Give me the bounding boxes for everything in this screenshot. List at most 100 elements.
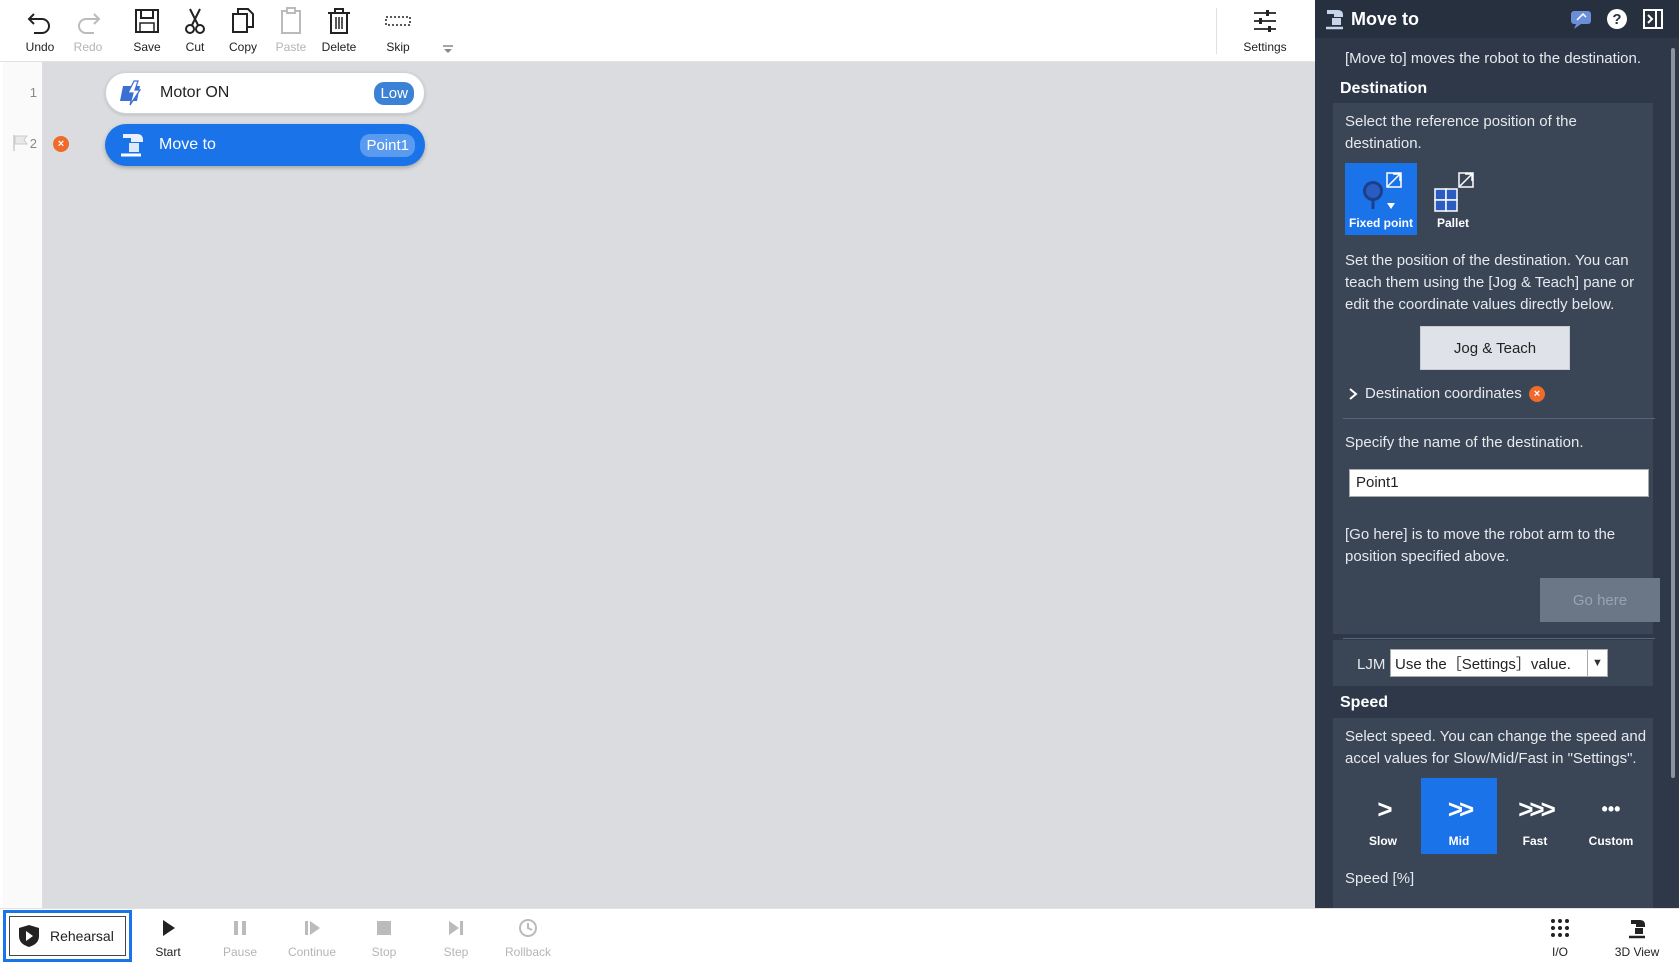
pause-label: Pause: [222, 945, 258, 959]
pause-button[interactable]: Pause: [204, 913, 276, 961]
clipboard-icon: [281, 7, 301, 34]
speed-option-fast[interactable]: >>> Fast: [1497, 778, 1573, 854]
panel-title: Move to: [1351, 9, 1420, 29]
io-label: I/O: [1551, 945, 1568, 959]
set-position-text: Set the position of the destination. You…: [1345, 252, 1635, 313]
start-label: Start: [155, 945, 181, 959]
scissors-icon: [185, 8, 205, 34]
ljm-selected-value: Use the［Settings］value.: [1395, 655, 1571, 673]
more-icon: •••: [1601, 799, 1621, 819]
play-icon: [163, 920, 175, 936]
block-label: Move to: [159, 136, 216, 153]
rollback-label: Rollback: [504, 945, 552, 959]
toolbar-overflow-icon[interactable]: [442, 42, 454, 53]
io-grid-icon: [1551, 919, 1569, 937]
speed-label: Mid: [1448, 834, 1470, 848]
copy-label: Copy: [228, 40, 257, 54]
block-badge: Low: [374, 81, 414, 105]
rollback-icon: [519, 919, 537, 937]
move-robot-icon: [121, 134, 143, 157]
speed-option-mid[interactable]: >> Mid: [1421, 778, 1497, 854]
pause-icon: [234, 921, 246, 935]
go-here-button[interactable]: Go here: [1540, 578, 1660, 622]
panel-description: [Move to] moves the robot to the destina…: [1345, 50, 1642, 67]
pallet-option[interactable]: Pallet: [1417, 163, 1489, 235]
3d-view-button[interactable]: 3D View: [1601, 913, 1673, 961]
redo-icon: [78, 13, 101, 34]
help-icon[interactable]: ?: [1605, 7, 1629, 31]
skip-button[interactable]: Skip: [370, 6, 426, 60]
ljm-label: LJM: [1357, 656, 1386, 673]
stop-label: Stop: [371, 945, 397, 959]
fixed-point-option[interactable]: Fixed point: [1345, 163, 1417, 235]
panel-scrollbar[interactable]: [1671, 48, 1675, 778]
speed-label: Fast: [1522, 834, 1548, 848]
program-canvas[interactable]: [43, 62, 1315, 908]
start-button[interactable]: Start: [132, 913, 204, 961]
speed-heading: Speed: [1340, 694, 1389, 711]
chat-feedback-icon[interactable]: [1569, 7, 1593, 31]
error-icon[interactable]: ×: [53, 136, 69, 152]
reference-text: Select the reference position of the des…: [1345, 113, 1577, 152]
copy-icon: [232, 8, 254, 33]
jog-teach-button[interactable]: Jog & Teach: [1420, 326, 1570, 370]
section-divider: [1343, 638, 1655, 639]
speed-option-custom[interactable]: ••• Custom: [1573, 778, 1649, 854]
stop-icon: [377, 921, 391, 935]
pallet-icon: [1434, 172, 1474, 212]
step-label: Step: [443, 945, 469, 959]
rollback-button[interactable]: Rollback: [492, 913, 564, 961]
speed-option-slow[interactable]: > Slow: [1345, 778, 1421, 854]
continue-icon: [305, 921, 320, 935]
stop-button[interactable]: Stop: [348, 913, 420, 961]
toolbar: Undo Redo Save Cut Copy Paste Delete Ski…: [0, 0, 1315, 62]
redo-label: Redo: [73, 40, 103, 54]
name-instruction: Specify the name of the destination.: [1345, 434, 1584, 451]
step-icon: [449, 921, 463, 935]
block-label: Motor ON: [160, 84, 230, 101]
destination-coordinates-label[interactable]: Destination coordinates: [1365, 383, 1522, 405]
save-icon: [135, 9, 159, 33]
sliders-icon: [1254, 10, 1276, 32]
toolbar-divider: [1216, 8, 1217, 54]
save-label: Save: [133, 40, 161, 54]
triple-chevron-icon: >>>: [1518, 794, 1556, 824]
collapse-panel-icon[interactable]: [1641, 7, 1665, 31]
chevron-icon: >: [1377, 794, 1392, 824]
speed-label: Slow: [1368, 834, 1397, 848]
continue-button[interactable]: Continue: [276, 913, 348, 961]
redo-button[interactable]: Redo: [60, 6, 116, 60]
step-button[interactable]: Step: [420, 913, 492, 961]
fixed-point-icon: [1363, 172, 1402, 209]
io-button[interactable]: I/O: [1524, 913, 1596, 961]
ljm-select[interactable]: Use the［Settings］value. ▼: [1390, 649, 1608, 677]
go-here-text: [Go here] is to move the robot arm to th…: [1345, 526, 1616, 565]
cut-label: Cut: [185, 40, 205, 54]
delete-button[interactable]: Delete: [311, 6, 367, 60]
error-icon: ×: [1529, 386, 1545, 402]
section-divider: [1343, 418, 1655, 419]
destination-name-input[interactable]: Point1: [1349, 469, 1649, 497]
move-robot-icon: [1326, 10, 1343, 30]
line-number: 2: [29, 136, 37, 151]
line-gutter: [3, 62, 43, 908]
undo-icon: [27, 13, 50, 34]
program-block-motor-on[interactable]: Motor ON Low: [105, 72, 425, 114]
motor-icon: [120, 80, 142, 106]
settings-button[interactable]: Settings: [1237, 6, 1293, 60]
chevron-right-icon[interactable]: [1347, 387, 1359, 401]
robot-3d-icon: [1629, 920, 1645, 939]
shield-icon: [19, 925, 39, 947]
3d-view-label: 3D View: [1614, 945, 1660, 959]
svg-text:?: ?: [1612, 11, 1621, 28]
rehearsal-label: Rehearsal: [50, 928, 114, 944]
paste-label: Paste: [275, 40, 307, 54]
double-chevron-icon: >>: [1447, 794, 1474, 824]
rehearsal-toggle[interactable]: Rehearsal: [3, 910, 132, 962]
pallet-label: Pallet: [1436, 216, 1469, 230]
program-block-move-to[interactable]: Move to Point1: [105, 124, 425, 166]
fixed-point-label: Fixed point: [1349, 216, 1413, 230]
delete-label: Delete: [321, 40, 357, 54]
chevron-down-icon[interactable]: ▼: [1587, 650, 1607, 676]
speed-text: Select speed. You can change the speed a…: [1345, 728, 1647, 767]
